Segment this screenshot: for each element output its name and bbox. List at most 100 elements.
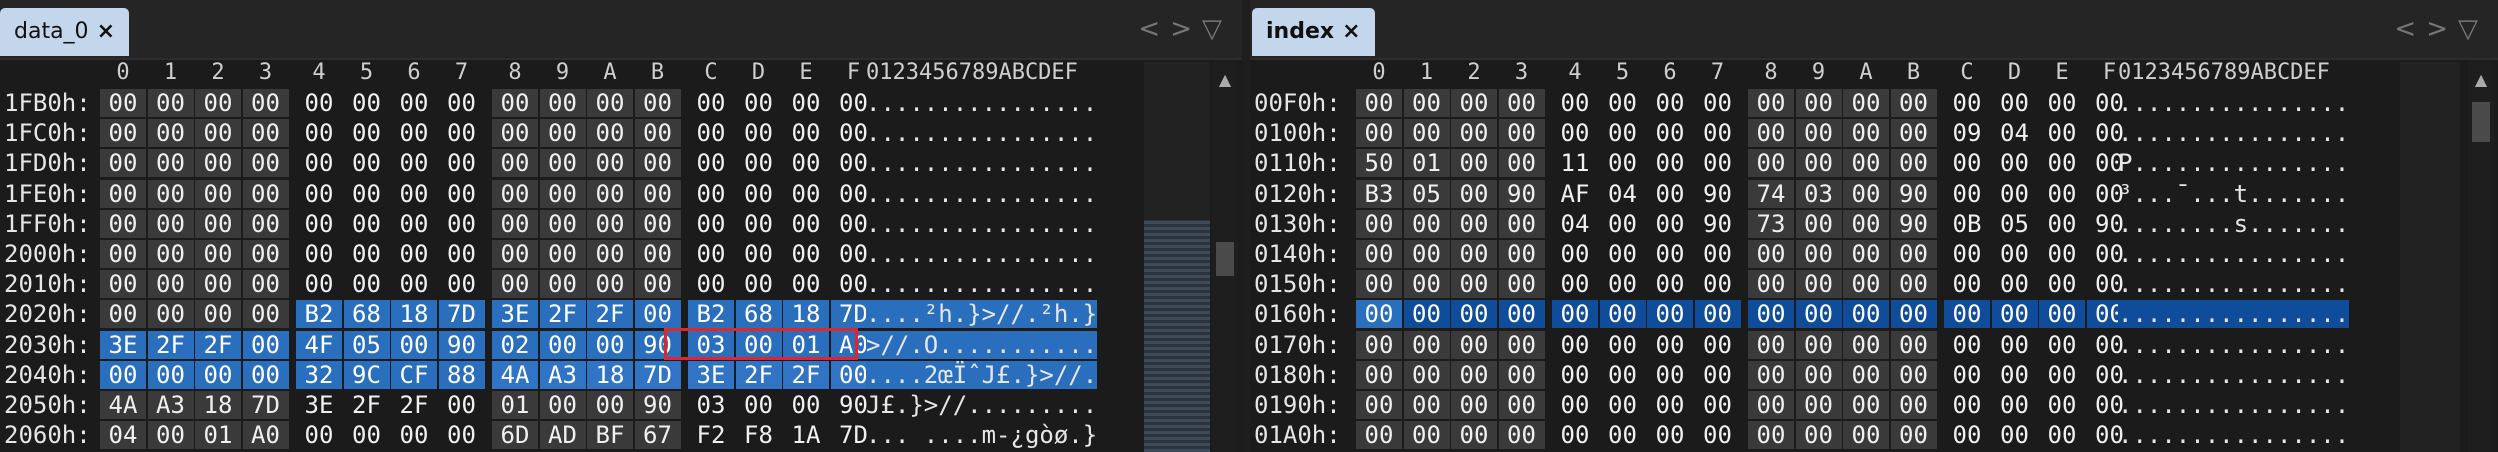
hex-byte[interactable]: 3E bbox=[296, 391, 342, 419]
hex-byte[interactable]: 00 bbox=[492, 270, 538, 299]
hex-byte[interactable]: 00 bbox=[344, 149, 390, 177]
hex-byte[interactable]: 00 bbox=[736, 270, 782, 298]
hex-byte[interactable]: 00 bbox=[1992, 149, 2038, 177]
hex-byte[interactable]: 00 bbox=[1647, 149, 1693, 177]
chevron-left-icon[interactable]: < bbox=[2394, 14, 2426, 44]
hex-byte[interactable]: 18 bbox=[587, 360, 633, 389]
hex-byte[interactable]: 00 bbox=[1843, 330, 1889, 359]
hex-byte[interactable]: 00 bbox=[391, 210, 437, 238]
hex-row[interactable]: 0170h: 00 00 00 00 00 00 00 00 00 00 00 00 00 00 00 00..… bbox=[1250, 330, 2498, 360]
hex-byte[interactable]: 00 bbox=[391, 119, 437, 147]
hex-byte[interactable]: 00 bbox=[1356, 330, 1402, 359]
hex-byte[interactable]: 00 bbox=[1647, 391, 1693, 419]
ascii-text[interactable]: ....2œÏˆJ£.}>//. bbox=[866, 360, 1098, 389]
hex-byte[interactable]: 00 bbox=[1403, 240, 1450, 268]
hex-byte[interactable]: 00 bbox=[1600, 240, 1646, 268]
hex-byte[interactable]: 7D bbox=[242, 391, 289, 419]
hex-byte[interactable]: 00 bbox=[1403, 300, 1450, 329]
hex-row[interactable]: 2050h: 4A A3 18 7D 3E 2F 2F 00 01 00 00 90 03 00 00 90 J£… bbox=[0, 390, 1242, 420]
hex-byte[interactable]: 00 bbox=[1944, 89, 1990, 117]
hex-byte[interactable]: 00 bbox=[1695, 270, 1741, 298]
hex-byte[interactable]: 90 bbox=[634, 391, 681, 419]
hex-byte[interactable]: 00 bbox=[1748, 330, 1794, 359]
hex-byte[interactable]: 18 bbox=[391, 300, 437, 329]
hex-byte[interactable]: 00 bbox=[1991, 300, 2038, 329]
hex-byte[interactable]: 00 bbox=[1795, 360, 1842, 389]
ascii-text[interactable]: >//.O........... bbox=[866, 330, 1098, 359]
hex-row[interactable]: 0150h: 00 00 00 00 00 00 00 00 00 00 00 00 00 00 00 00..… bbox=[1250, 269, 2498, 299]
hex-byte[interactable]: 00 bbox=[634, 240, 681, 268]
hex-byte[interactable]: 00 bbox=[1748, 119, 1794, 148]
hex-byte[interactable]: 00 bbox=[242, 300, 289, 329]
hex-byte[interactable]: 00 bbox=[1795, 119, 1842, 148]
hex-byte[interactable]: 00 bbox=[439, 180, 485, 208]
hex-byte[interactable]: 00 bbox=[688, 210, 734, 238]
hex-byte[interactable]: A0 bbox=[242, 421, 289, 450]
hex-byte[interactable]: AD bbox=[539, 421, 586, 450]
hex-byte[interactable]: 00 bbox=[1992, 180, 2038, 208]
hex-byte[interactable]: 1A bbox=[783, 421, 829, 449]
hex-byte[interactable]: 00 bbox=[100, 240, 146, 268]
hex-byte[interactable]: 2F bbox=[344, 391, 390, 419]
ascii-text[interactable]: ... ....m-¿gòø.} bbox=[866, 421, 1097, 449]
hex-row[interactable]: 1FE0h: 00 00 00 00 00 00 00 00 00 00 00 00 00 00 00 00..… bbox=[0, 179, 1242, 209]
hex-byte[interactable]: 00 bbox=[1843, 421, 1889, 450]
hex-byte[interactable]: 00 bbox=[1498, 149, 1545, 178]
hex-byte[interactable]: 00 bbox=[1403, 330, 1450, 359]
hex-byte[interactable]: 00 bbox=[147, 119, 194, 148]
hex-row[interactable]: 1FC0h: 00 00 00 00 00 00 00 00 00 00 00 00 00 00 00 00..… bbox=[0, 118, 1242, 148]
scrollbar-thumb[interactable] bbox=[2472, 102, 2490, 142]
hex-byte[interactable]: CF bbox=[391, 360, 437, 389]
ascii-text[interactable]: ................ bbox=[866, 240, 1097, 268]
hex-byte[interactable]: 00 bbox=[1552, 89, 1598, 117]
hex-byte[interactable]: 00 bbox=[344, 119, 390, 147]
hex-row[interactable]: 0140h: 00 00 00 00 00 00 00 00 00 00 00 00 00 00 00 00..… bbox=[1250, 239, 2498, 269]
hex-byte[interactable]: 00 bbox=[1992, 240, 2038, 268]
hex-byte[interactable]: 00 bbox=[1451, 149, 1497, 178]
hex-byte[interactable]: 00 bbox=[296, 270, 342, 298]
hex-byte[interactable]: 01 bbox=[1403, 149, 1450, 178]
hex-byte[interactable]: 00 bbox=[736, 119, 782, 147]
hex-byte[interactable]: 4F bbox=[296, 330, 342, 359]
hex-byte[interactable]: 00 bbox=[1890, 240, 1937, 268]
ascii-text[interactable]: ................ bbox=[2118, 240, 2349, 268]
hex-byte[interactable]: 00 bbox=[1356, 119, 1402, 148]
hex-byte[interactable]: 04 bbox=[100, 421, 146, 450]
hex-byte[interactable]: 2F bbox=[783, 360, 829, 389]
hex-byte[interactable]: 00 bbox=[147, 360, 194, 389]
hex-byte[interactable]: 00 bbox=[1695, 240, 1741, 268]
hex-byte[interactable]: 00 bbox=[634, 149, 681, 178]
hex-byte[interactable]: 00 bbox=[1748, 421, 1794, 450]
scrollbar-thumb[interactable] bbox=[1216, 242, 1234, 276]
ascii-text[interactable]: ................ bbox=[866, 119, 1097, 147]
minimap[interactable] bbox=[2400, 62, 2460, 452]
hex-byte[interactable]: 00 bbox=[1992, 89, 2038, 117]
hex-byte[interactable]: 00 bbox=[1890, 391, 1937, 419]
hex-byte[interactable]: 00 bbox=[1356, 89, 1402, 117]
hex-byte[interactable]: 7D bbox=[438, 300, 485, 329]
hex-byte[interactable]: 00 bbox=[242, 360, 289, 389]
hex-byte[interactable]: 00 bbox=[492, 240, 538, 268]
hex-byte[interactable]: 00 bbox=[439, 270, 485, 298]
hex-byte[interactable]: 00 bbox=[1890, 300, 1937, 329]
hex-byte[interactable]: 90 bbox=[1695, 210, 1741, 238]
vertical-scrollbar[interactable]: ▲ bbox=[2468, 62, 2494, 452]
hex-byte[interactable]: 00 bbox=[147, 421, 194, 450]
hex-byte[interactable]: 00 bbox=[1647, 210, 1693, 238]
hex-byte[interactable]: 00 bbox=[783, 119, 829, 147]
hex-byte[interactable]: 00 bbox=[634, 119, 681, 148]
hex-byte[interactable]: 00 bbox=[100, 149, 146, 178]
hex-byte[interactable]: 00 bbox=[1552, 361, 1598, 389]
hex-byte[interactable]: 2F bbox=[391, 391, 437, 419]
hex-byte[interactable]: 67 bbox=[634, 421, 681, 450]
ascii-text[interactable]: ................ bbox=[866, 180, 1097, 208]
hex-byte[interactable]: 05 bbox=[343, 330, 390, 359]
ascii-text[interactable]: ................ bbox=[2118, 119, 2349, 147]
hex-byte[interactable]: 00 bbox=[1403, 360, 1450, 389]
hex-byte[interactable]: 3E bbox=[100, 330, 146, 359]
hex-byte[interactable]: 00 bbox=[688, 180, 734, 208]
hex-byte[interactable]: 00 bbox=[1356, 240, 1402, 268]
hex-byte[interactable]: 00 bbox=[1944, 270, 1990, 298]
hex-byte[interactable]: B2 bbox=[688, 300, 734, 329]
hex-byte[interactable]: 00 bbox=[2039, 300, 2085, 329]
